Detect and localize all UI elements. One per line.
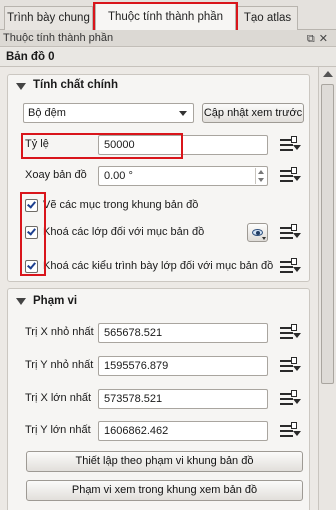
tab-item-properties[interactable]: Thuộc tính thành phần	[95, 3, 236, 31]
eye-icon[interactable]	[247, 223, 268, 242]
set-to-map-canvas-extent-button[interactable]: Thiết lập theo phạm vi khung bản đồ	[26, 451, 303, 472]
rotation-value: 0.00 °	[104, 170, 133, 182]
dock-title: Thuộc tính thành phần	[3, 32, 114, 44]
item-title-bar: Bản đồ 0	[0, 48, 336, 67]
data-defined-override-icon[interactable]	[280, 390, 302, 408]
xmin-label: Trị X nhỏ nhất	[25, 326, 94, 338]
close-icon[interactable]: ✕	[319, 33, 332, 45]
scroll-up-icon[interactable]	[323, 71, 333, 77]
extent-group: Phạm vi Trị X nhỏ nhất 565678.521 Trị Y …	[7, 288, 310, 510]
ymax-input[interactable]: 1606862.462	[98, 421, 268, 441]
lock-layers-checkbox[interactable]	[25, 226, 38, 239]
lock-styles-checkbox[interactable]	[25, 260, 38, 273]
lock-layers-label: Khoá các lớp đối với mục bản đồ	[43, 226, 205, 238]
scale-value: 50000	[104, 139, 135, 151]
data-defined-override-icon[interactable]	[280, 422, 302, 440]
data-defined-override-icon[interactable]	[280, 224, 302, 242]
draw-items-checkbox[interactable]	[25, 199, 38, 212]
xmin-value: 565678.521	[104, 327, 163, 339]
item-title: Bản đồ 0	[6, 51, 55, 63]
collapse-triangle-icon	[16, 83, 26, 90]
view-extent-in-canvas-button[interactable]: Phạm vi xem trong khung xem bản đồ	[26, 480, 303, 501]
ymax-value: 1606862.462	[104, 425, 169, 437]
tab-bar: Trình bày chung Thuộc tính thành phần Tạ…	[0, 0, 336, 31]
dock-title-bar: Thuộc tính thành phần ⧉✕	[0, 30, 336, 47]
vertical-scrollbar[interactable]	[318, 67, 336, 510]
ymin-input[interactable]: 1595576.879	[98, 356, 268, 376]
extent-title: Phạm vi	[33, 295, 78, 307]
scale-input[interactable]: 50000	[98, 135, 268, 155]
extent-header[interactable]: Phạm vi	[8, 289, 309, 311]
xmax-value: 573578.521	[104, 393, 163, 405]
lock-styles-label: Khoá các kiểu trình bày lớp đối với mục …	[43, 260, 274, 272]
properties-scroll-area: Tính chất chính Bộ đệm Cập nhật xem trướ…	[0, 67, 336, 510]
ymin-value: 1595576.879	[104, 360, 169, 372]
dock-buttons: ⧉✕	[307, 32, 332, 46]
xmax-label: Trị X lớn nhất	[25, 392, 92, 404]
preview-mode-select[interactable]: Bộ đệm	[23, 103, 194, 123]
xmin-input[interactable]: 565678.521	[98, 323, 268, 343]
data-defined-override-icon[interactable]	[280, 136, 302, 154]
tab-layout[interactable]: Trình bày chung	[4, 6, 93, 30]
scale-label: Tỷ lệ	[25, 138, 49, 150]
data-defined-override-icon[interactable]	[280, 357, 302, 375]
rotation-label: Xoay bản đồ	[25, 169, 87, 181]
chevron-down-icon	[179, 111, 187, 116]
scrollbar-thumb[interactable]	[321, 84, 334, 384]
collapse-triangle-icon	[16, 298, 26, 305]
rotation-spinbox[interactable]: 0.00 °	[98, 166, 268, 186]
main-properties-group: Tính chất chính Bộ đệm Cập nhật xem trướ…	[7, 74, 310, 282]
main-properties-title: Tính chất chính	[33, 79, 118, 91]
spin-buttons[interactable]	[255, 168, 266, 184]
update-preview-button[interactable]: Cập nhật xem trước	[202, 103, 304, 123]
data-defined-override-icon[interactable]	[280, 258, 302, 276]
xmax-input[interactable]: 573578.521	[98, 389, 268, 409]
preview-mode-value: Bộ đệm	[28, 107, 66, 119]
data-defined-override-icon[interactable]	[280, 324, 302, 342]
draw-items-label: Vẽ các mục trong khung bản đồ	[43, 199, 199, 211]
data-defined-override-icon[interactable]	[280, 167, 302, 185]
main-properties-header[interactable]: Tính chất chính	[8, 75, 309, 97]
tab-atlas[interactable]: Tạo atlas	[237, 6, 298, 30]
float-icon[interactable]: ⧉	[307, 33, 319, 45]
ymin-label: Trị Y nhỏ nhất	[25, 359, 94, 371]
ymax-label: Trị Y lớn nhất	[25, 424, 91, 436]
